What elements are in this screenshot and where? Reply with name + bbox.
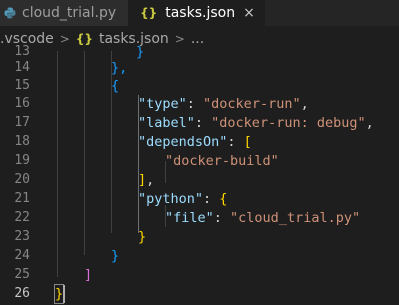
comma: ,	[365, 115, 374, 131]
json-braces-icon: {}	[140, 6, 158, 20]
json-key: "file"	[165, 210, 214, 226]
tab-bar: cloud_trial.py {} tasks.json ×	[0, 0, 399, 26]
json-string: "docker-run"	[203, 96, 301, 112]
bracket: ]	[138, 172, 147, 188]
python-icon	[4, 7, 16, 19]
text-cursor	[63, 285, 65, 303]
bracket: [	[243, 134, 252, 150]
close-icon[interactable]: ×	[243, 5, 255, 21]
colon: :	[227, 134, 244, 150]
tab-bar-empty-space	[264, 0, 399, 26]
tab-label: cloud_trial.py	[22, 5, 117, 21]
json-string: "docker-run: debug"	[211, 115, 366, 131]
code-editor[interactable]: 13 } 14 }, 15 { 16 "type": "docker-run",…	[0, 44, 399, 305]
json-key: "python"	[138, 191, 204, 207]
bracket: }	[53, 284, 65, 304]
tab-label: tasks.json	[165, 5, 236, 21]
json-key: "label"	[138, 115, 195, 131]
colon: :	[194, 115, 212, 131]
colon: :	[203, 191, 220, 207]
colon: :	[186, 96, 204, 112]
tab-tasks-json[interactable]: {} tasks.json ×	[128, 0, 265, 26]
json-string: "cloud_trial.py"	[230, 210, 361, 226]
code-line-current: 26 }	[0, 283, 399, 305]
comma: ,	[300, 96, 309, 112]
bracket: {	[219, 191, 228, 207]
comma: ,	[146, 172, 155, 188]
colon: :	[213, 210, 231, 226]
tab-cloud-trial-py[interactable]: cloud_trial.py	[0, 0, 129, 26]
json-key: "type"	[138, 96, 187, 112]
json-key: "dependsOn"	[138, 134, 228, 150]
line-number: 26	[14, 286, 30, 301]
